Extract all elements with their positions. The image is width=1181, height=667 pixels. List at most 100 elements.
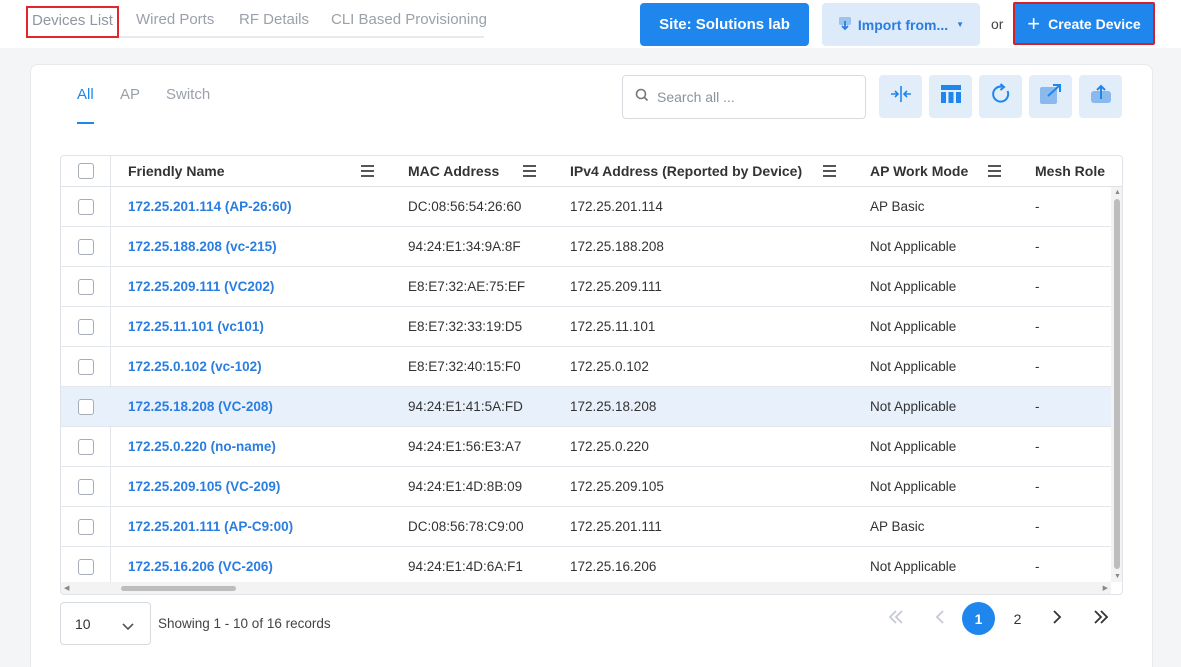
mesh-role-cell: - (1035, 519, 1040, 534)
ap-work-mode-cell: AP Basic (870, 519, 925, 534)
ipv4-address-cell: 172.25.11.101 (570, 319, 656, 334)
tab-devices-list[interactable]: Devices List (26, 6, 119, 38)
ipv4-address-cell: 172.25.201.114 (570, 199, 663, 214)
vertical-scroll-thumb[interactable] (1114, 199, 1120, 569)
row-checkbox[interactable] (78, 559, 94, 575)
row-checkbox[interactable] (78, 399, 94, 415)
page-1-button[interactable]: 1 (962, 602, 995, 635)
mesh-role-cell: - (1035, 199, 1040, 214)
last-page-button[interactable] (1084, 602, 1117, 635)
ap-work-mode-menu-icon[interactable] (988, 165, 1001, 177)
tab-ap[interactable]: AP (120, 86, 140, 103)
double-chevron-left-icon (888, 610, 904, 627)
scroll-left-icon[interactable]: ◀ (64, 584, 69, 592)
table-row[interactable]: 172.25.0.220 (no-name) 94:24:E1:56:E3:A7… (61, 427, 1111, 467)
friendly-name-link[interactable]: 172.25.16.206 (VC-206) (128, 547, 273, 587)
row-checkbox[interactable] (78, 359, 94, 375)
chevron-left-icon (935, 610, 945, 627)
ap-work-mode-cell: Not Applicable (870, 239, 957, 254)
table-row[interactable]: 172.25.11.101 (vc101) E8:E7:32:33:19:D5 … (61, 307, 1111, 347)
tab-switch[interactable]: Switch (166, 86, 210, 103)
friendly-name-link[interactable]: 172.25.209.111 (VC202) (128, 267, 274, 307)
row-checkbox[interactable] (78, 519, 94, 535)
friendly-name-link[interactable]: 172.25.201.114 (AP-26:60) (128, 187, 292, 227)
search-icon (635, 88, 649, 107)
column-header-ipv4-address[interactable]: IPv4 Address (Reported by Device) (570, 156, 802, 187)
row-checkbox[interactable] (78, 439, 94, 455)
column-header-ap-work-mode[interactable]: AP Work Mode (870, 156, 968, 187)
ipv4-address-cell: 172.25.0.220 (570, 439, 649, 454)
friendly-name-link[interactable]: 172.25.0.102 (vc-102) (128, 347, 262, 387)
collapse-columns-icon (889, 84, 913, 109)
friendly-name-link[interactable]: 172.25.11.101 (vc101) (128, 307, 264, 347)
horizontal-scroll-thumb[interactable] (121, 586, 236, 591)
friendly-name-link[interactable]: 172.25.0.220 (no-name) (128, 427, 276, 467)
vertical-scrollbar[interactable]: ▲ ▼ (1111, 187, 1122, 582)
collapse-columns-button[interactable] (879, 75, 922, 118)
top-tabs: Devices List Wired Ports RF Details CLI … (26, 6, 487, 38)
mesh-role-cell: - (1035, 399, 1040, 414)
horizontal-scrollbar[interactable]: ◀ ▶ (61, 582, 1111, 594)
mesh-role-cell: - (1035, 319, 1040, 334)
column-header-mesh-role[interactable]: Mesh Role (1035, 156, 1105, 187)
mesh-role-cell: - (1035, 559, 1040, 574)
scroll-right-icon[interactable]: ▶ (1103, 584, 1108, 592)
mac-address-menu-icon[interactable] (523, 165, 536, 177)
ipv4-address-menu-icon[interactable] (823, 165, 836, 177)
import-from-button[interactable]: Import from... ▼ (822, 3, 980, 46)
row-checkbox[interactable] (78, 479, 94, 495)
page-size-select[interactable]: 10 (60, 602, 151, 645)
table-row[interactable]: 172.25.209.105 (VC-209) 94:24:E1:4D:8B:0… (61, 467, 1111, 507)
friendly-name-link[interactable]: 172.25.209.105 (VC-209) (128, 467, 280, 507)
page-size-value: 10 (75, 615, 91, 632)
mac-address-cell: DC:08:56:78:C9:00 (408, 519, 524, 534)
previous-page-button[interactable] (923, 602, 956, 635)
column-layout-icon (940, 84, 962, 109)
or-label: or (991, 16, 1004, 32)
row-checkbox[interactable] (78, 319, 94, 335)
table-row[interactable]: 172.25.16.206 (VC-206) 94:24:E1:4D:6A:F1… (61, 547, 1111, 587)
mesh-role-cell: - (1035, 279, 1040, 294)
create-device-button[interactable]: + Create Device (1013, 2, 1155, 45)
search-box[interactable] (622, 75, 866, 119)
row-checkbox[interactable] (78, 279, 94, 295)
column-header-friendly-name[interactable]: Friendly Name (128, 156, 224, 187)
tab-wired-ports[interactable]: Wired Ports (136, 6, 214, 38)
tab-all[interactable]: All (77, 86, 94, 103)
site-button[interactable]: Site: Solutions lab (640, 3, 809, 46)
friendly-name-link[interactable]: 172.25.188.208 (vc-215) (128, 227, 277, 267)
chevron-down-icon (122, 618, 134, 634)
select-all-checkbox[interactable] (78, 163, 94, 179)
first-page-button[interactable] (879, 602, 912, 635)
scroll-up-icon[interactable]: ▲ (1114, 189, 1121, 196)
column-layout-button[interactable] (929, 75, 972, 118)
refresh-button[interactable] (979, 75, 1022, 118)
tab-cli-provisioning[interactable]: CLI Based Provisioning (331, 6, 487, 38)
tab-rf-details[interactable]: RF Details (239, 6, 309, 38)
mac-address-cell: 94:24:E1:4D:6A:F1 (408, 559, 523, 574)
ap-work-mode-cell: Not Applicable (870, 279, 957, 294)
table-row[interactable]: 172.25.0.102 (vc-102) E8:E7:32:40:15:F0 … (61, 347, 1111, 387)
table-row[interactable]: 172.25.201.114 (AP-26:60) DC:08:56:54:26… (61, 187, 1111, 227)
friendly-name-menu-icon[interactable] (361, 165, 374, 177)
export-button[interactable] (1029, 75, 1072, 118)
table-row[interactable]: 172.25.201.111 (AP-C9:00) DC:08:56:78:C9… (61, 507, 1111, 547)
next-page-button[interactable] (1040, 602, 1073, 635)
page-2-button[interactable]: 2 (1001, 602, 1034, 635)
scroll-down-icon[interactable]: ▼ (1114, 573, 1121, 580)
row-checkbox[interactable] (78, 199, 94, 215)
mac-address-cell: DC:08:56:54:26:60 (408, 199, 522, 214)
row-checkbox[interactable] (78, 239, 94, 255)
import-icon (838, 16, 852, 34)
ipv4-address-cell: 172.25.201.111 (570, 519, 662, 534)
table-row-highlighted[interactable]: 172.25.18.208 (VC-208) 94:24:E1:41:5A:FD… (61, 387, 1111, 427)
friendly-name-link[interactable]: 172.25.18.208 (VC-208) (128, 387, 273, 427)
table-row[interactable]: 172.25.209.111 (VC202) E8:E7:32:AE:75:EF… (61, 267, 1111, 307)
upload-button[interactable] (1079, 75, 1122, 118)
search-input[interactable] (657, 89, 847, 105)
column-header-mac-address[interactable]: MAC Address (408, 156, 499, 187)
table-row[interactable]: 172.25.188.208 (vc-215) 94:24:E1:34:9A:8… (61, 227, 1111, 267)
ap-work-mode-cell: Not Applicable (870, 559, 957, 574)
friendly-name-link[interactable]: 172.25.201.111 (AP-C9:00) (128, 507, 293, 547)
mac-address-cell: 94:24:E1:4D:8B:09 (408, 479, 523, 494)
